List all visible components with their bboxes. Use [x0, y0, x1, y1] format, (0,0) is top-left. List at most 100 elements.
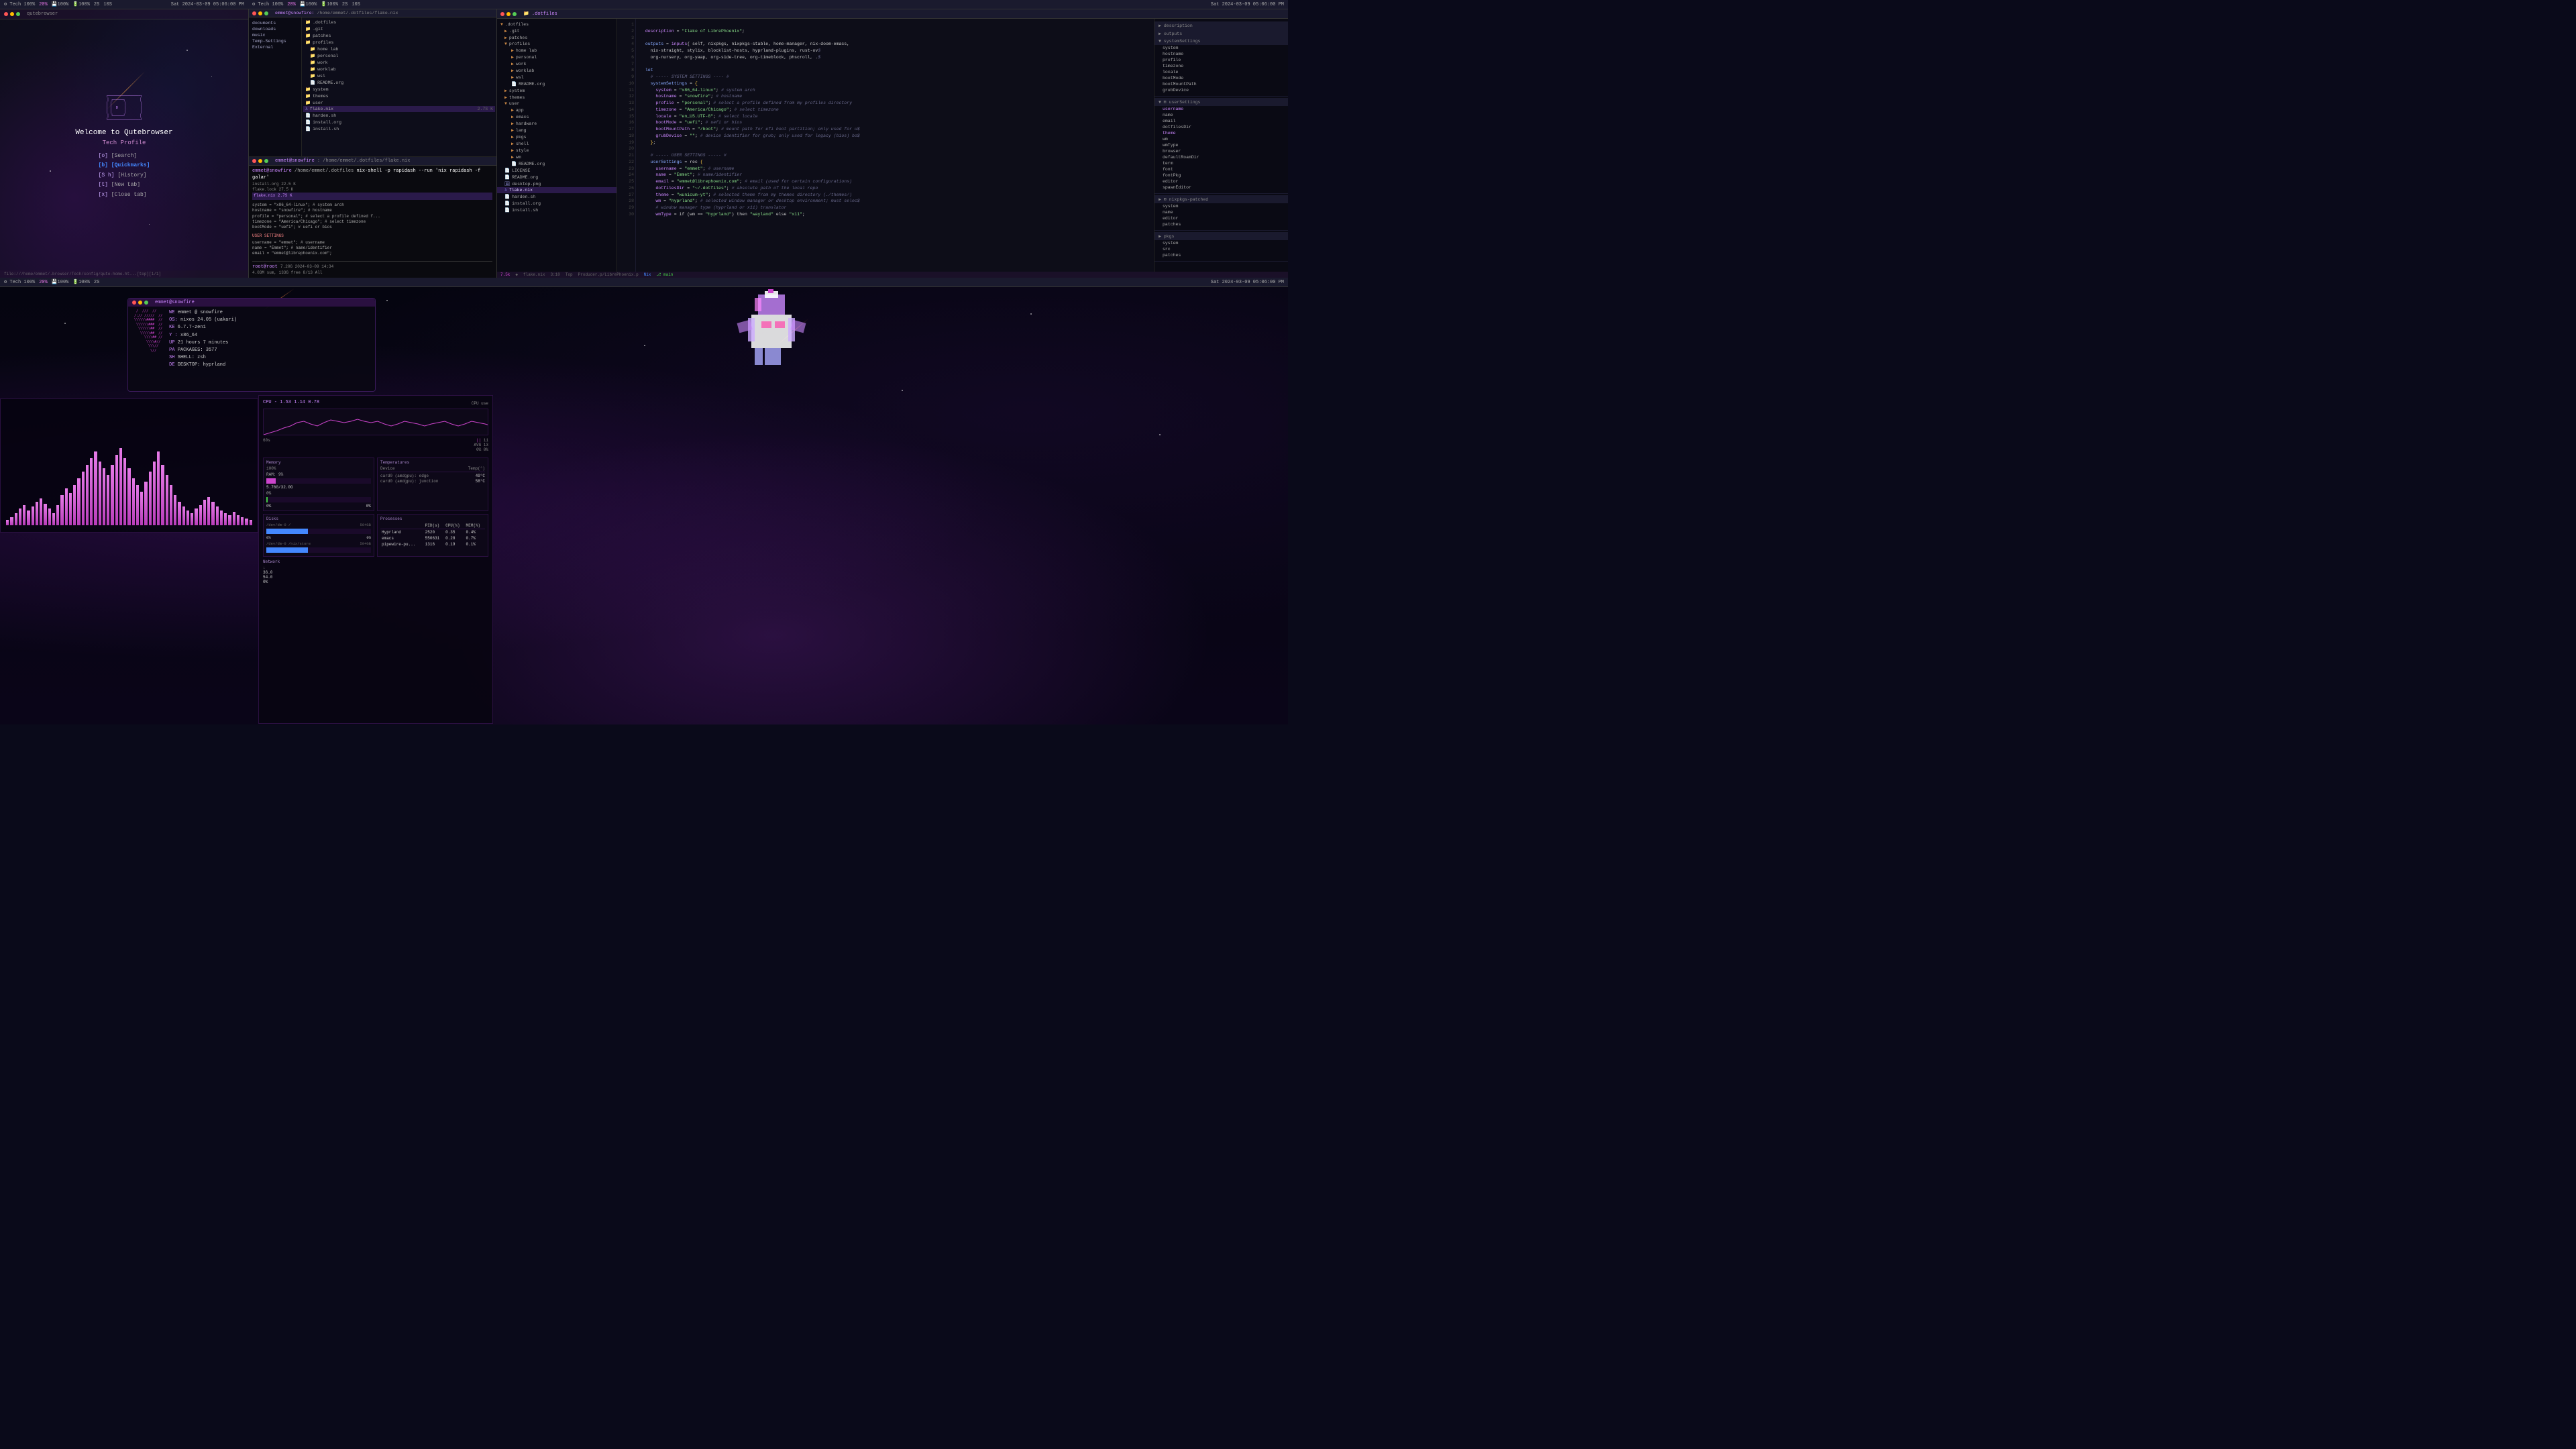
close-button[interactable] — [4, 12, 8, 16]
minimize-button[interactable] — [10, 12, 14, 16]
tree-personal[interactable]: ▶ personal — [496, 54, 616, 60]
file-row-flake[interactable]: λ flake.nix 2.7S K — [303, 106, 495, 112]
tree-harden[interactable]: 📄 harden.sh — [496, 193, 616, 200]
rp-pkgs-system[interactable]: system — [1155, 240, 1288, 246]
file-row[interactable]: 📁 work — [303, 59, 495, 66]
rp-nixpkgs-editor[interactable]: editor — [1155, 215, 1288, 221]
rp-email[interactable]: email — [1155, 118, 1288, 124]
tree-pkgs[interactable]: ▶ pkgs — [496, 133, 616, 140]
file-row[interactable]: 📁 wsl — [303, 72, 495, 79]
tree-patches[interactable]: ▶ patches — [496, 34, 616, 41]
term-close[interactable] — [252, 159, 256, 163]
file-row[interactable]: 📁 .dotfiles — [303, 19, 495, 25]
tree-install-sh[interactable]: 📄 install.sh — [496, 207, 616, 213]
rp-pkgs-patches[interactable]: patches — [1155, 252, 1288, 258]
rp-wmtype[interactable]: wmType — [1155, 142, 1288, 148]
file-row-themes[interactable]: 📁 themes — [303, 93, 495, 99]
editor-min[interactable] — [506, 12, 511, 16]
rp-theme[interactable]: theme — [1155, 130, 1288, 136]
sidebar-downloads[interactable]: downloads — [251, 26, 299, 32]
tree-themes[interactable]: ▶ themes — [496, 94, 616, 101]
fm-close[interactable] — [252, 11, 256, 15]
rp-username[interactable]: username — [1155, 106, 1288, 112]
file-row[interactable]: 📄 README.org — [303, 79, 495, 86]
terminal-body[interactable]: emmet@snowfire /home/emmet/.dotfiles nix… — [248, 166, 496, 278]
tree-readme-user[interactable]: 📄 README.org — [496, 160, 616, 167]
tree-hardware[interactable]: ▶ hardware — [496, 120, 616, 127]
rp-editor[interactable]: editor — [1155, 178, 1288, 184]
term-max[interactable] — [264, 159, 268, 163]
tree-wm[interactable]: ▶ wm — [496, 154, 616, 160]
tree-worklab[interactable]: ▶ worklab — [496, 67, 616, 74]
menu-search[interactable]: [o] [Search] — [99, 152, 150, 161]
rp-fontpkg[interactable]: fontPkg — [1155, 172, 1288, 178]
rp-bootmode[interactable]: bootMode — [1155, 75, 1288, 81]
rp-timezone[interactable]: timezone — [1155, 63, 1288, 69]
tree-lang[interactable]: ▶ lang — [496, 127, 616, 133]
term-min[interactable] — [258, 159, 262, 163]
file-row[interactable]: 📁 user — [303, 99, 495, 106]
sidebar-music[interactable]: music — [251, 32, 299, 38]
tree-flake-nix[interactable]: λ flake.nix — [496, 187, 616, 193]
tree-install-org[interactable]: 📄 install.org — [496, 200, 616, 207]
rp-system[interactable]: system — [1155, 45, 1288, 51]
rp-grubdevice[interactable]: grubDevice — [1155, 87, 1288, 93]
rp-pkgs-src[interactable]: src — [1155, 246, 1288, 252]
rp-usersettings-header[interactable]: ▼ ⊞ userSettings — [1155, 98, 1288, 106]
tree-desktop-png[interactable]: 🖼 desktop.png — [496, 180, 616, 187]
rp-nixpkgs-system[interactable]: system — [1155, 203, 1288, 209]
fm-min[interactable] — [258, 11, 262, 15]
code-content[interactable]: description = "Flake of LibrePhoenix"; o… — [636, 19, 1154, 272]
tree-style[interactable]: ▶ style — [496, 147, 616, 154]
file-row[interactable]: 📁 worklab — [303, 66, 495, 72]
rp-hostname[interactable]: hostname — [1155, 51, 1288, 57]
rp-term[interactable]: term — [1155, 160, 1288, 166]
tree-wsl[interactable]: ▶ wsl — [496, 74, 616, 80]
fm-max[interactable] — [264, 11, 268, 15]
fetch-min[interactable] — [138, 301, 142, 305]
tree-home-lab[interactable]: ▶ home lab — [496, 47, 616, 54]
tree-readme-main[interactable]: 📄 README.org — [496, 174, 616, 180]
tree-work[interactable]: ▶ work — [496, 60, 616, 67]
rp-spawneditor[interactable]: spawnEditor — [1155, 184, 1288, 191]
rp-nixpkgs-patches[interactable]: patches — [1155, 221, 1288, 227]
sidebar-external[interactable]: External — [251, 44, 299, 50]
rp-browser[interactable]: browser — [1155, 148, 1288, 154]
rp-defaultroamdir[interactable]: defaultRoamDir — [1155, 154, 1288, 160]
sidebar-documents[interactable]: documents — [251, 20, 299, 26]
rp-name[interactable]: name — [1155, 112, 1288, 118]
tree-app[interactable]: ▶ app — [496, 107, 616, 113]
file-row[interactable]: 📄 harden.sh — [303, 112, 495, 119]
file-row[interactable]: 📁 patches — [303, 32, 495, 39]
file-row[interactable]: 📁 profiles — [303, 39, 495, 46]
file-row[interactable]: 📄 install.org — [303, 119, 495, 125]
rp-systemsettings-header[interactable]: ▼ systemSettings — [1155, 38, 1288, 45]
tree-profiles[interactable]: ▼ profiles — [496, 41, 616, 47]
rp-dotfilesdir[interactable]: dotfilesDir — [1155, 124, 1288, 130]
menu-closetab[interactable]: [x] [Close tab] — [99, 191, 150, 200]
maximize-button[interactable] — [16, 12, 20, 16]
fetch-max[interactable] — [144, 301, 148, 305]
rp-nixpkgs-name[interactable]: name — [1155, 209, 1288, 215]
rp-bootmountpath[interactable]: bootMountPath — [1155, 81, 1288, 87]
rp-wm[interactable]: wm — [1155, 136, 1288, 142]
file-row[interactable]: 📁 system — [303, 86, 495, 93]
tree-license[interactable]: 📄 LICENSE — [496, 167, 616, 174]
rp-outputs-header[interactable]: ▶ outputs — [1155, 30, 1288, 38]
file-row[interactable]: 📁 home lab — [303, 46, 495, 52]
tree-shell[interactable]: ▶ shell — [496, 140, 616, 147]
tree-git[interactable]: ▶ .git — [496, 28, 616, 34]
tree-dotfiles[interactable]: ▼ .dotfiles — [496, 21, 616, 28]
file-row[interactable]: 📁 personal — [303, 52, 495, 59]
rp-locale[interactable]: locale — [1155, 69, 1288, 75]
tree-readme[interactable]: 📄 README.org — [496, 80, 616, 87]
editor-close[interactable] — [500, 12, 504, 16]
tree-emacs[interactable]: ▶ emacs — [496, 113, 616, 120]
sidebar-themes[interactable]: Temp-Settings — [251, 38, 299, 44]
rp-description-header[interactable]: ▶ description — [1155, 21, 1288, 30]
rp-pkgs-header[interactable]: ▶ pkgs — [1155, 232, 1288, 240]
rp-profile[interactable]: profile — [1155, 57, 1288, 63]
menu-newtab[interactable]: [t] [New tab] — [99, 180, 150, 190]
fetch-close[interactable] — [132, 301, 136, 305]
menu-quickmarks[interactable]: [b] [Quickmarks] — [99, 161, 150, 170]
